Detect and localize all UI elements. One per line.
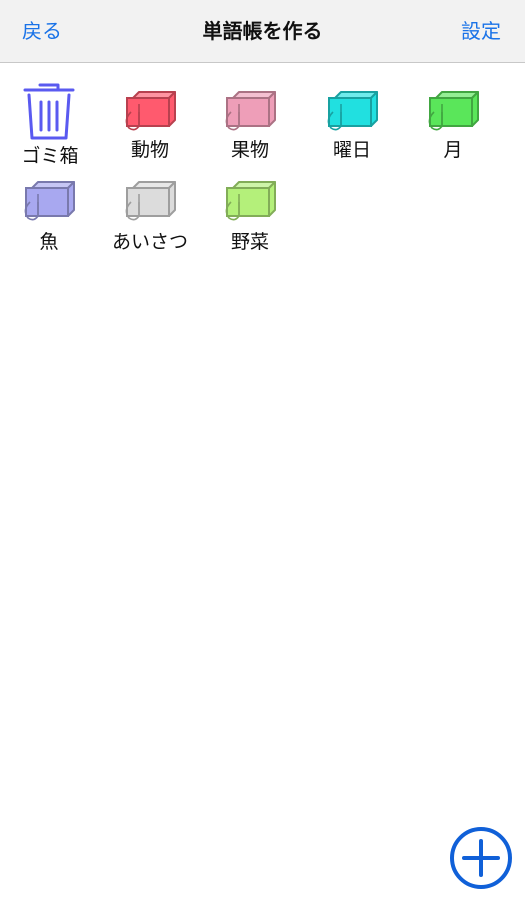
folder-tile[interactable]: 果物: [205, 90, 295, 170]
folder-box-icon: [225, 181, 276, 221]
folder-box-icon: [428, 91, 479, 131]
page-title: 単語帳を作る: [202, 19, 323, 43]
folder-label: 魚: [39, 231, 59, 253]
folder-label: 果物: [230, 139, 269, 161]
folder-box-icon: [225, 91, 276, 131]
folder-box-icon: [125, 181, 176, 221]
folder-tile[interactable]: 魚: [4, 180, 94, 260]
add-wordbook-button[interactable]: [449, 826, 513, 890]
folder-label: 野菜: [230, 231, 269, 253]
folder-tile[interactable]: 曜日: [307, 90, 397, 170]
folder-tile[interactable]: 野菜: [205, 180, 295, 260]
navigation-bar: 戻る 単語帳を作る 設定: [0, 0, 525, 63]
folder-label: 曜日: [332, 139, 371, 161]
folder-box-icon: [327, 91, 378, 131]
folder-label: 動物: [130, 139, 169, 161]
folder-label: あいさつ: [111, 231, 188, 253]
folder-box-icon: [125, 91, 176, 131]
folder-tile[interactable]: 月: [408, 90, 498, 170]
trash-label: ゴミ箱: [21, 145, 79, 167]
folder-tile[interactable]: 動物: [105, 90, 195, 170]
folder-label: 月: [443, 139, 463, 161]
trash-icon: [23, 83, 75, 140]
folder-tile[interactable]: あいさつ: [105, 180, 195, 260]
folder-box-icon: [24, 181, 75, 221]
trash-tile[interactable]: ゴミ箱: [5, 82, 95, 172]
plus-circle-icon: [450, 827, 512, 889]
settings-button[interactable]: 設定: [461, 18, 501, 44]
